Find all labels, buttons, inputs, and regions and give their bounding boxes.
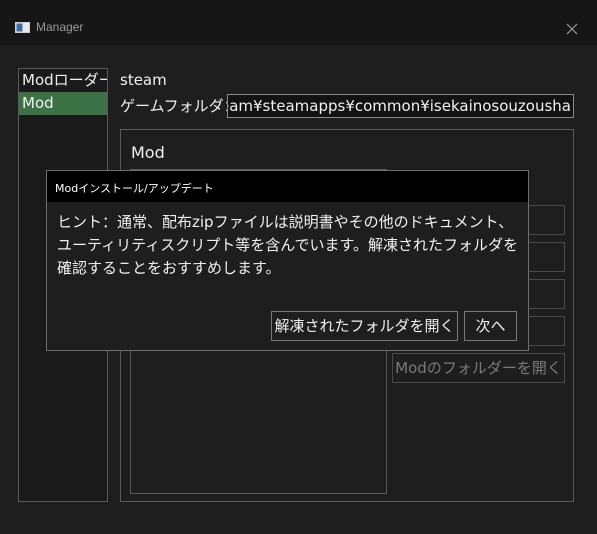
app-icon [15,22,30,33]
close-icon [566,23,578,35]
game-folder-value: eam¥steamapps¥common¥isekainosouzousha [227,97,571,115]
dialog-title-bar[interactable]: Modインストール/アップデート [47,171,528,202]
game-folder-field[interactable]: eam¥steamapps¥common¥isekainosouzousha [227,94,574,118]
next-button[interactable]: 次へ [464,311,517,341]
title-bar[interactable]: Manager [0,0,597,45]
window-title: Manager [36,20,84,34]
close-button[interactable] [560,17,584,41]
open-mod-folder-button[interactable]: Modのフォルダーを開く [392,353,565,383]
sidebar-item-mod[interactable]: Mod [19,92,107,115]
sidebar-item-mod-loader[interactable]: Modローダー [19,69,107,92]
manager-window: Manager Modローダー Mod steam ゲームフォルダ： eam¥s… [0,0,597,534]
open-extracted-folder-button[interactable]: 解凍されたフォルダを開く [271,311,458,341]
mod-group-title: Mod [131,143,165,162]
mod-install-dialog: Modインストール/アップデート ヒント：通常、配布zipファイルは説明書やその… [46,170,529,351]
dialog-title: Modインストール/アップデート [55,182,214,195]
dialog-message: ヒント：通常、配布zipファイルは説明書やその他のドキュメント、ユーティリティス… [57,213,518,277]
steam-label: steam [120,71,167,89]
game-folder-label: ゲームフォルダ： [120,97,239,115]
